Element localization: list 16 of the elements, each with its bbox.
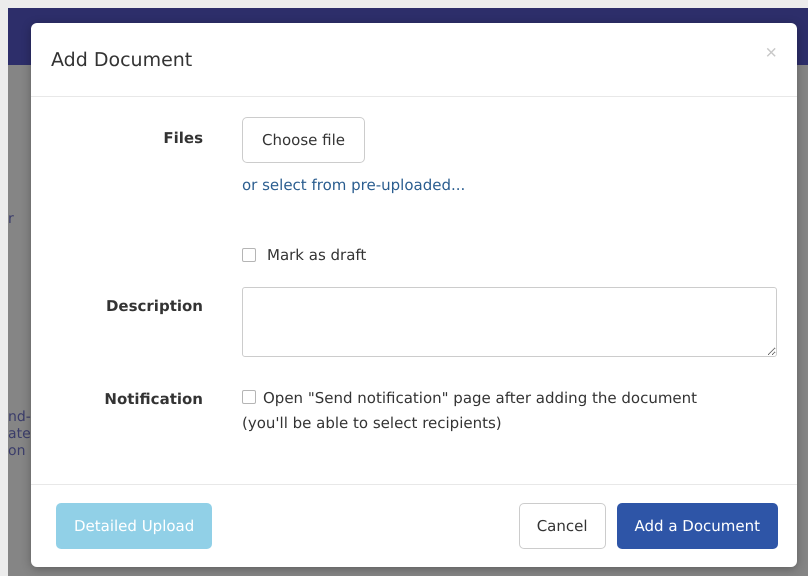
- background-text: nd-: [8, 409, 31, 426]
- notification-checkbox[interactable]: [242, 390, 256, 404]
- field-label: Description: [106, 297, 203, 317]
- field-label: Notification: [104, 390, 203, 410]
- notification-option[interactable]: Open "Send notification" page after adding the document (you'll be able to select recipients): [242, 386, 737, 436]
- background-text: ate: [8, 426, 31, 443]
- add-document-button[interactable]: Add a Document: [616, 503, 778, 549]
- description-field[interactable]: [242, 287, 777, 357]
- draft-checkbox[interactable]: Mark as draft: [242, 246, 366, 264]
- dialog-title: Add Document: [51, 48, 192, 70]
- field-label: Files: [163, 129, 203, 149]
- cancel-button[interactable]: Cancel: [518, 503, 606, 549]
- choose-file-button[interactable]: Choose file: [242, 117, 365, 163]
- background-text: r: [8, 211, 14, 228]
- background-text: on: [8, 443, 26, 460]
- pre-uploaded-link[interactable]: or select from pre-uploaded...: [242, 176, 466, 194]
